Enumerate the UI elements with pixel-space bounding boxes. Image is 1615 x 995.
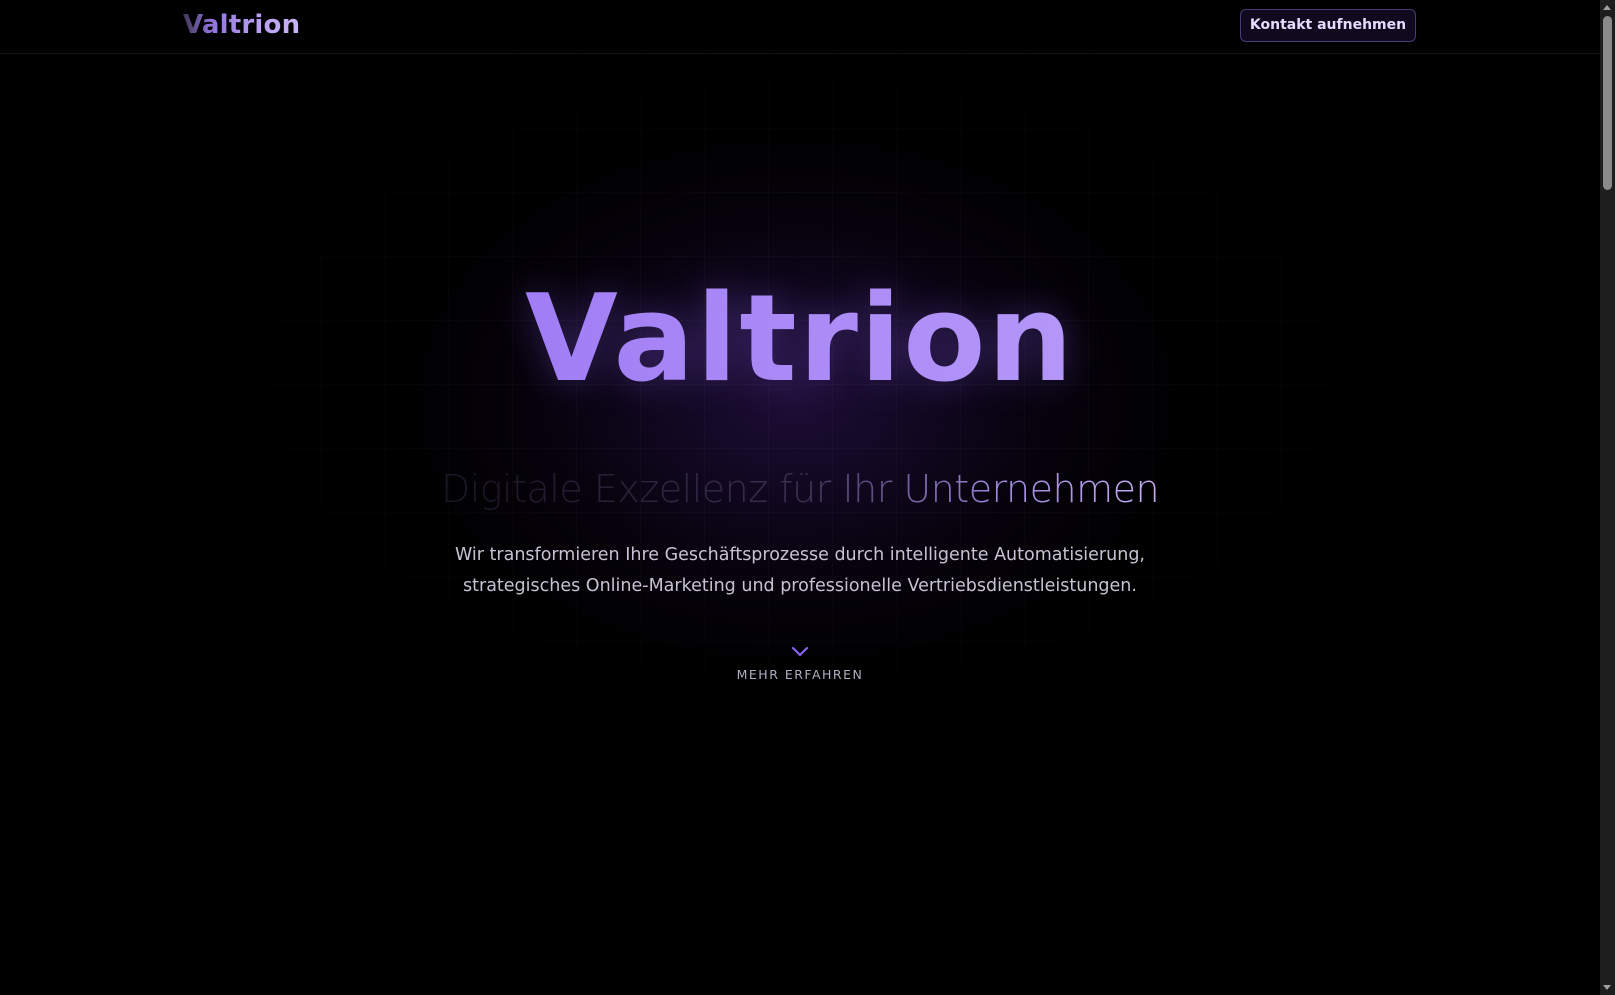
hero-title: Valtrion — [0, 270, 1600, 410]
scrollbar-thumb[interactable] — [1603, 16, 1612, 190]
learn-more-link[interactable]: MEHR ERFAHREN — [700, 645, 900, 707]
scroll-up-arrow-icon[interactable] — [1603, 5, 1611, 10]
site-header: Valtrion Kontakt aufnehmen — [0, 0, 1600, 54]
contact-button[interactable]: Kontakt aufnehmen — [1240, 9, 1416, 42]
page: Valtrion Kontakt aufnehmen Valtrion Digi… — [0, 0, 1615, 995]
main-content: Valtrion Kontakt aufnehmen Valtrion Digi… — [0, 0, 1600, 995]
scroll-down-arrow-icon[interactable] — [1603, 985, 1611, 990]
vertical-scrollbar[interactable] — [1600, 0, 1615, 995]
learn-more-label: MEHR ERFAHREN — [736, 667, 864, 682]
hero-description-line-1: Wir transformieren Ihre Geschäftsprozess… — [455, 545, 1145, 565]
hero-description: Wir transformieren Ihre Geschäftsprozess… — [0, 540, 1600, 602]
chevron-down-icon — [791, 646, 809, 657]
hero-subtitle: Digitale Exzellenz für Ihr Unternehmen — [0, 465, 1600, 513]
site-logo[interactable]: Valtrion — [183, 10, 300, 40]
hero-description-line-2: strategisches Online-Marketing und profe… — [463, 576, 1137, 596]
